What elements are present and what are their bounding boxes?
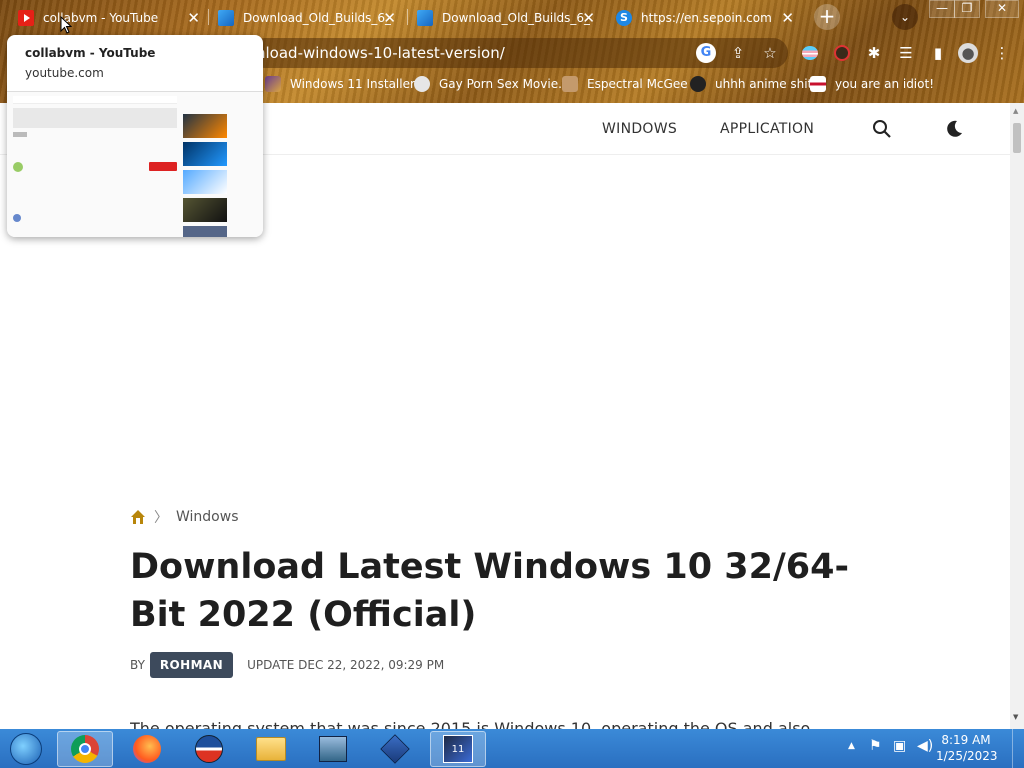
clock-time: 8:19 AM (941, 733, 991, 747)
extension-flag-icon[interactable] (800, 43, 820, 63)
breadcrumb-windows[interactable]: Windows (176, 509, 239, 525)
bookmark-anime-icon (690, 76, 706, 92)
tab-close-icon[interactable]: ✕ (781, 9, 794, 27)
nav-windows[interactable]: WINDOWS (602, 121, 677, 137)
restore-button[interactable]: ❐ (954, 0, 980, 18)
hover-card-title: collabvm - YouTube (25, 46, 156, 60)
bookmark-character-icon (562, 76, 578, 92)
tab-close-icon[interactable]: ✕ (582, 9, 595, 27)
show-desktop-button[interactable] (1012, 729, 1024, 768)
article-text: The operating system that was since 2015… (130, 719, 810, 729)
tab-separator (407, 9, 408, 25)
bookmark-you-are-an-idiot[interactable]: you are an idiot! (810, 74, 934, 94)
taskbar-app-3[interactable] (181, 731, 237, 767)
action-center-flag-icon[interactable]: ⚑ (869, 738, 882, 754)
profile-avatar-icon[interactable]: ● (958, 43, 978, 63)
bookmark-globe-icon (414, 76, 430, 92)
scroll-down-icon[interactable]: ▼ (1013, 713, 1018, 721)
extensions-puzzle-icon[interactable]: ✱ (864, 43, 884, 63)
breadcrumb-chevron-icon: 〉 (154, 510, 168, 526)
author-badge[interactable]: ROHMAN (149, 652, 234, 678)
page-title: Download Latest Windows 10 32/64-Bit 202… (130, 547, 849, 635)
tab-search-button[interactable]: ⌄ (892, 4, 918, 30)
windows-site-icon (218, 10, 234, 26)
hover-card-thumbnail (7, 91, 263, 237)
scrollbar-thumb[interactable] (1013, 123, 1021, 153)
bookmark-label: Gay Porn Sex Movie... (439, 77, 570, 91)
tab-download-old-builds-2[interactable]: Download_Old_Builds_6_ ✕ (417, 4, 595, 32)
post-meta: BY ROHMAN UPDATE DEC 22, 2022, 09:29 PM (130, 652, 444, 678)
extension-avatar-icon[interactable] (832, 43, 852, 63)
sepoin-site-icon: S (616, 10, 632, 26)
close-window-button[interactable]: ✕ (985, 0, 1019, 18)
tab-separator (208, 9, 209, 25)
tab-label: Download_Old_Builds_6_ (243, 11, 392, 25)
home-icon[interactable] (130, 509, 146, 525)
new-tab-button[interactable]: + (814, 4, 840, 30)
bookmark-label: Windows 11 Installer (290, 77, 415, 91)
chrome-icon (71, 735, 99, 763)
breadcrumb: 〉 Windows (130, 507, 239, 527)
side-panel-icon[interactable]: ▮ (928, 43, 948, 63)
bookmark-star-icon[interactable]: ☆ (760, 43, 780, 63)
taskbar-chrome[interactable] (57, 731, 113, 767)
globe-app-icon (195, 735, 223, 763)
windows-site-icon (417, 10, 433, 26)
tab-close-icon[interactable]: ✕ (187, 9, 200, 27)
scroll-up-icon[interactable]: ▲ (1013, 107, 1018, 115)
hover-card-url: youtube.com (25, 66, 104, 80)
clock-date: 1/25/2023 (936, 749, 998, 763)
menu-kebab-icon[interactable]: ⋮ (992, 43, 1012, 63)
bookmark-2[interactable]: Gay Porn Sex Movie... (414, 74, 570, 94)
taskbar: 11 ▲ ⚑ ▣ ◀) 8:19 AM 1/25/2023 (0, 729, 1024, 768)
youtube-icon (18, 10, 34, 26)
tab-download-old-builds-1[interactable]: Download_Old_Builds_6_ ✕ (218, 4, 396, 32)
taskbar-firefox[interactable] (119, 731, 175, 767)
page-scrollbar[interactable]: ▲ ▼ (1010, 103, 1024, 729)
bookmark-image-icon (265, 76, 281, 92)
taskbar-app-5[interactable] (305, 731, 361, 767)
bookmark-espectral-mcgee[interactable]: Espectral McGee (562, 74, 688, 94)
search-icon[interactable] (872, 119, 892, 139)
bookmark-flag-icon (810, 76, 826, 92)
mouse-cursor-icon (60, 16, 72, 34)
bookmark-anime[interactable]: uhhh anime shit (690, 74, 812, 94)
volume-icon[interactable]: ◀) (917, 738, 933, 754)
bookmark-label: uhhh anime shit (715, 77, 813, 91)
network-icon[interactable]: ▣ (893, 738, 906, 754)
tab-youtube[interactable]: collabvm - YouTube ✕ (18, 4, 200, 32)
minimize-button[interactable]: — (929, 0, 955, 18)
taskbar-app-7[interactable]: 11 (430, 731, 486, 767)
windows-11-app-icon: 11 (443, 735, 473, 763)
folder-icon (256, 737, 286, 761)
virtualbox-icon (380, 734, 410, 764)
taskbar-virtualbox[interactable] (367, 731, 423, 767)
bookmark-label: you are an idiot! (835, 77, 934, 91)
tray-expand-icon[interactable]: ▲ (848, 741, 855, 751)
by-label: BY (130, 658, 145, 672)
start-button[interactable] (2, 731, 50, 767)
google-lens-icon[interactable]: G (696, 43, 716, 63)
bookmark-windows-11-installer[interactable]: Windows 11 Installer (265, 74, 415, 94)
tab-hover-card: collabvm - YouTube youtube.com (7, 35, 263, 237)
install-app-icon (319, 736, 347, 762)
update-date: UPDATE DEC 22, 2022, 09:29 PM (247, 658, 445, 672)
tab-close-icon[interactable]: ✕ (383, 9, 396, 27)
dark-mode-moon-icon[interactable] (944, 119, 964, 139)
nav-application[interactable]: APPLICATION (720, 121, 814, 137)
tab-label: https://en.sepoin.com/do (641, 11, 771, 25)
share-icon[interactable]: ⇪ (728, 43, 748, 63)
reading-list-icon[interactable]: ☰ (896, 43, 916, 63)
taskbar-clock[interactable]: 8:19 AM 1/25/2023 (936, 732, 998, 764)
firefox-icon (133, 735, 161, 763)
tab-sepoin[interactable]: S https://en.sepoin.com/do ✕ (616, 4, 794, 32)
taskbar-explorer[interactable] (243, 731, 299, 767)
bookmark-label: Espectral McGee (587, 77, 688, 91)
tab-label: Download_Old_Builds_6_ (442, 11, 591, 25)
